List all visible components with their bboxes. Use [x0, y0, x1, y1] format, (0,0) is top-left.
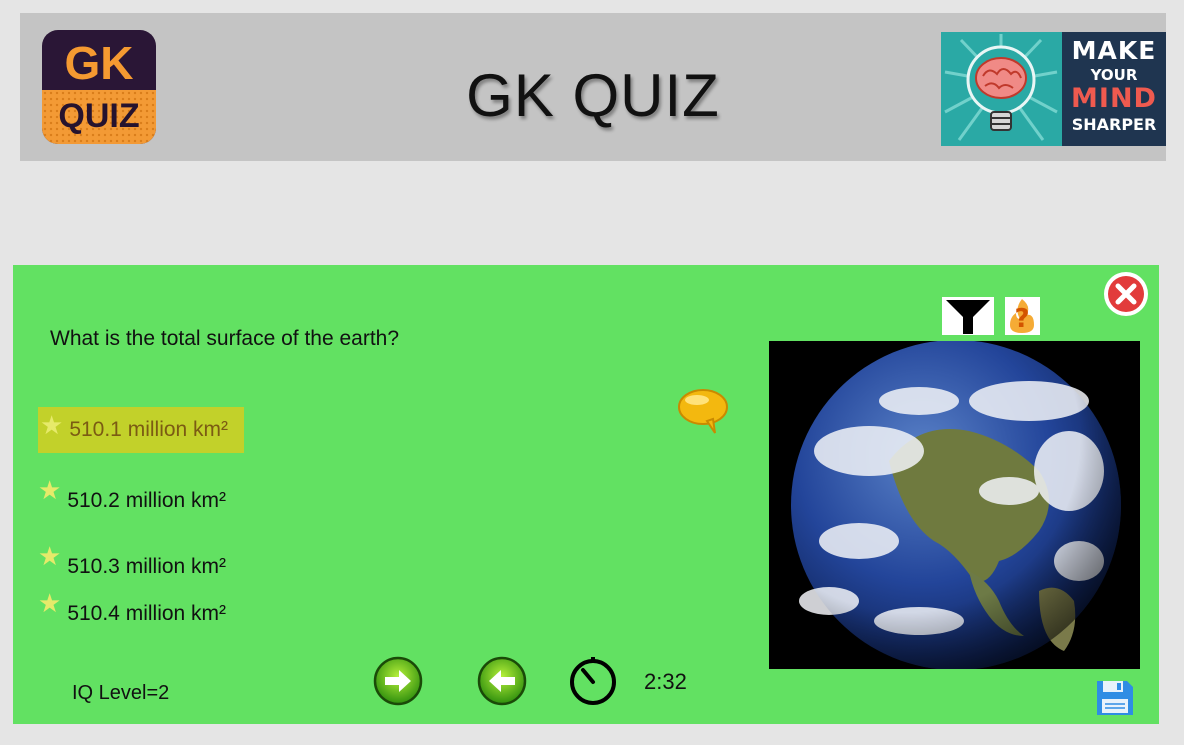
app-header: GK QUIZ GK QUIZ MAKE YOUR MIND SHARPER [20, 13, 1166, 161]
option-4[interactable]: ★ 510.4 million km² [38, 590, 226, 626]
option-3[interactable]: ★ 510.3 million km² [38, 543, 226, 579]
floppy-save-icon[interactable] [1095, 679, 1135, 717]
help-icon[interactable]: ? [1005, 297, 1040, 335]
banner-line-1: MAKE [1071, 36, 1157, 65]
question-text: What is the total surface of the earth? [50, 327, 400, 350]
earth-globe [791, 341, 1121, 669]
option-label: 510.2 million km² [67, 489, 227, 512]
banner-line-2: YOUR [1090, 66, 1138, 84]
option-2[interactable]: ★ 510.2 million km² [38, 477, 226, 513]
timer-value: 2:32 [644, 669, 687, 694]
stopwatch-icon [567, 654, 619, 706]
option-label: 510.1 million km² [69, 418, 229, 441]
banner-line-4: SHARPER [1071, 115, 1157, 134]
star-icon: ★ [38, 588, 62, 618]
close-icon[interactable] [1102, 270, 1150, 318]
banner-line-3: MIND [1071, 83, 1157, 114]
previous-button[interactable] [477, 656, 527, 706]
svg-text:?: ? [1014, 304, 1029, 334]
banner-text: MAKE YOUR MIND SHARPER [1062, 32, 1166, 146]
arrow-left-icon [477, 656, 527, 706]
star-icon: ★ [40, 410, 64, 440]
option-label: 510.4 million km² [67, 602, 227, 625]
next-button[interactable] [373, 656, 423, 706]
option-label: 510.3 million km² [67, 555, 227, 578]
lightbulb-brain-icon [941, 32, 1062, 146]
star-icon: ★ [38, 475, 62, 505]
arrow-right-icon [373, 656, 423, 706]
quiz-panel: What is the total surface of the earth? … [13, 265, 1159, 724]
option-1[interactable]: ★ 510.1 million km² [38, 407, 245, 453]
promo-banner: MAKE YOUR MIND SHARPER [941, 32, 1166, 146]
star-icon: ★ [38, 541, 62, 571]
iq-level: IQ Level=2 [72, 682, 170, 704]
filter-icon[interactable] [942, 297, 994, 335]
question-image [769, 341, 1140, 669]
speech-bubble-icon[interactable] [677, 387, 731, 435]
